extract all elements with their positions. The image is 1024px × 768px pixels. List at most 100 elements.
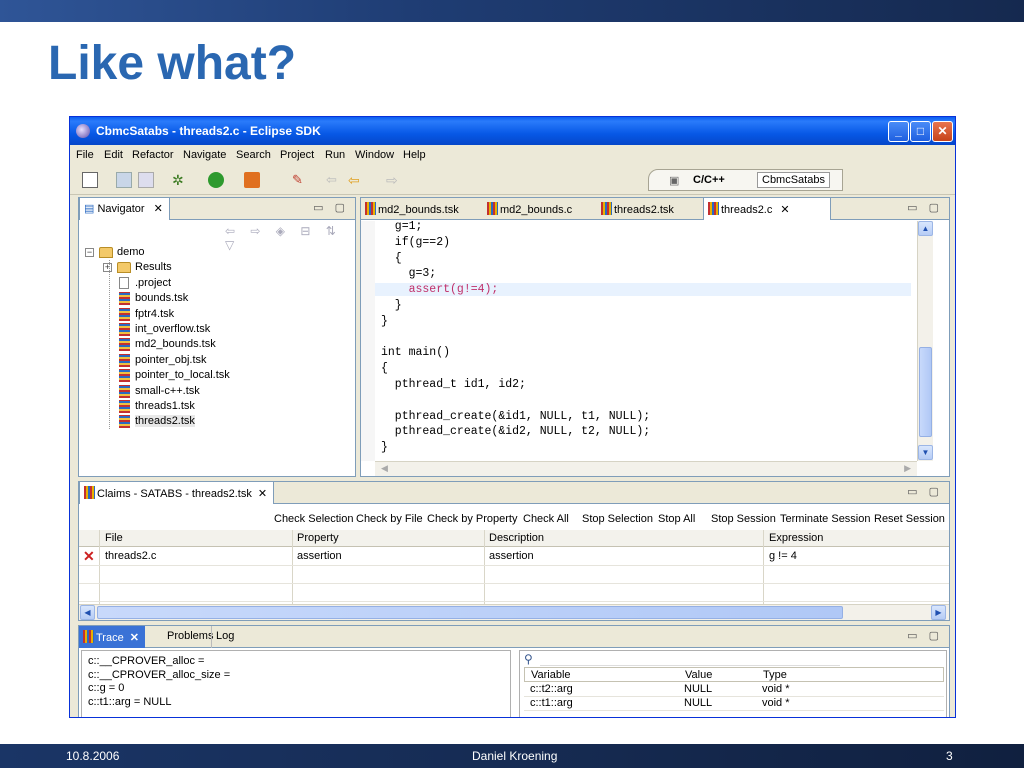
scroll-down-icon[interactable]: ▼: [918, 445, 933, 460]
menu-refactor[interactable]: Refactor: [132, 149, 174, 161]
claims-hscrollbar[interactable]: ◀ ▶: [79, 604, 949, 620]
tab-navigator[interactable]: ▤ Navigator ✕: [79, 198, 170, 220]
menu-navigate[interactable]: Navigate: [183, 149, 226, 161]
code-line: int main(): [381, 346, 451, 360]
stop-selection-button[interactable]: Stop Selection: [582, 513, 653, 525]
column-file[interactable]: File: [105, 532, 123, 544]
tab-trace[interactable]: Trace ✕: [79, 626, 145, 648]
column-value[interactable]: Value: [685, 669, 712, 681]
table-row: [79, 584, 949, 602]
trace-line[interactable]: c::__CPROVER_alloc =: [88, 655, 204, 667]
menu-bar: File Edit Refactor Navigate Search Proje…: [70, 145, 955, 165]
perspective-cbmcsatabs[interactable]: CbmcSatabs: [757, 172, 830, 188]
variable-filter-input[interactable]: [540, 652, 840, 666]
debug-icon[interactable]: ✲: [172, 172, 188, 188]
check-by-file-button[interactable]: Check by File: [356, 513, 423, 525]
editor-hscrollbar[interactable]: ◀ ▶: [375, 461, 917, 476]
reset-session-button[interactable]: Reset Session: [874, 513, 945, 525]
maximize-button[interactable]: □: [910, 121, 931, 142]
menu-edit[interactable]: Edit: [104, 149, 123, 161]
scroll-right-icon[interactable]: ▶: [931, 605, 946, 620]
tab-claims[interactable]: Claims - SATABS - threads2.tsk ✕: [79, 482, 275, 504]
back-icon[interactable]: ⇦: [348, 172, 364, 188]
slide-title: Like what?: [48, 37, 297, 90]
table-row[interactable]: c::t1::arg NULL void *: [524, 697, 944, 711]
footer-author: Daniel Kroening: [472, 749, 558, 763]
last-edit-icon[interactable]: ⇦: [326, 172, 342, 188]
claims-hscroll-thumb[interactable]: [97, 606, 843, 619]
editor-gutter: [361, 221, 375, 461]
check-selection-button[interactable]: Check Selection: [274, 513, 354, 525]
menu-help[interactable]: Help: [403, 149, 426, 161]
tab-threads2-c[interactable]: threads2.c ✕: [703, 198, 831, 220]
menu-search[interactable]: Search: [236, 149, 271, 161]
menu-window[interactable]: Window: [355, 149, 394, 161]
collapse-icon[interactable]: −: [85, 248, 94, 257]
check-by-property-button[interactable]: Check by Property: [427, 513, 517, 525]
editor-vscroll-thumb[interactable]: [919, 347, 932, 437]
menu-file[interactable]: File: [76, 149, 94, 161]
window-titlebar[interactable]: CbmcSatabs - threads2.c - Eclipse SDK _ …: [70, 117, 955, 145]
check-all-button[interactable]: Check All: [523, 513, 569, 525]
print-icon[interactable]: [138, 172, 154, 188]
tree-item-label: md2_bounds.tsk: [135, 338, 216, 351]
column-description[interactable]: Description: [489, 532, 544, 544]
table-row[interactable]: ✕ threads2.c assertion assertion g != 4: [79, 548, 949, 566]
tab-threads2-tsk[interactable]: threads2.tsk: [597, 198, 680, 220]
new-icon[interactable]: [82, 172, 98, 188]
navigator-close-icon[interactable]: ✕: [154, 203, 163, 215]
minimize-button[interactable]: _: [888, 121, 909, 142]
navigator-toolbar-icons[interactable]: ⇦ ⇨ ◈ ⊟ ⇅ ▽: [225, 224, 355, 252]
tsk-file-icon: [119, 307, 130, 321]
column-variable[interactable]: Variable: [531, 669, 571, 681]
trace-minmax[interactable]: ▭ ▢: [907, 629, 943, 642]
menu-project[interactable]: Project: [280, 149, 314, 161]
save-icon[interactable]: [116, 172, 132, 188]
external-tools-icon[interactable]: [244, 172, 260, 188]
folder-icon: [99, 247, 113, 258]
search-icon[interactable]: ⚲: [524, 652, 533, 666]
menu-run[interactable]: Run: [325, 149, 345, 161]
claims-panel: Claims - SATABS - threads2.tsk ✕ ▭ ▢ Chec…: [78, 481, 950, 621]
column-type[interactable]: Type: [763, 669, 787, 681]
var-value: NULL: [684, 683, 713, 695]
tab-log[interactable]: Log: [211, 626, 240, 648]
trace-list[interactable]: c::__CPROVER_alloc =c::__CPROVER_alloc_s…: [81, 650, 511, 717]
stop-all-button[interactable]: Stop All: [658, 513, 695, 525]
table-row[interactable]: c::t2::arg NULL void *: [524, 683, 944, 697]
scroll-left-icon[interactable]: ◀: [80, 605, 95, 620]
forward-icon[interactable]: ⇨: [386, 172, 402, 188]
trace-line[interactable]: c::t1::arg = NULL: [88, 696, 171, 708]
claims-minmax[interactable]: ▭ ▢: [907, 485, 943, 498]
claim-expression: g != 4: [769, 550, 797, 562]
scroll-right-icon[interactable]: ▶: [904, 463, 911, 474]
tree-item-label: pointer_to_local.tsk: [135, 369, 230, 382]
column-expression[interactable]: Expression: [769, 532, 823, 544]
column-property[interactable]: Property: [297, 532, 339, 544]
editor-minmax[interactable]: ▭ ▢: [907, 201, 943, 214]
tab-md2-bounds-tsk[interactable]: md2_bounds.tsk: [361, 198, 465, 220]
scroll-left-icon[interactable]: ◀: [381, 463, 388, 474]
open-perspective-icon[interactable]: ▣: [669, 174, 679, 187]
tree-item-label: small-c++.tsk: [135, 384, 200, 397]
claims-close-icon[interactable]: ✕: [258, 488, 267, 500]
trace-line[interactable]: c::g = 0: [88, 682, 124, 694]
navigator-minmax[interactable]: ▭ ▢: [313, 201, 349, 214]
trace-line[interactable]: c::__CPROVER_alloc_size =: [88, 669, 230, 681]
run-icon[interactable]: [208, 172, 224, 188]
tree-item-label: pointer_obj.tsk: [135, 353, 207, 366]
tab-md2-bounds-c[interactable]: md2_bounds.c: [483, 198, 578, 220]
terminate-session-button[interactable]: Terminate Session: [780, 513, 871, 525]
pen-icon[interactable]: ✎: [292, 172, 308, 188]
tsk-file-icon: [119, 338, 130, 352]
perspective-cpp[interactable]: C/C++: [693, 174, 725, 186]
close-button[interactable]: ✕: [932, 121, 953, 142]
editor-tab-close-icon[interactable]: ✕: [780, 204, 789, 216]
claim-failed-icon: ✕: [83, 548, 95, 564]
expand-icon[interactable]: +: [103, 263, 112, 273]
stop-session-button[interactable]: Stop Session: [711, 513, 776, 525]
scroll-up-icon[interactable]: ▲: [918, 221, 933, 236]
tree-item-label: bounds.tsk: [135, 292, 189, 305]
editor-vscrollbar[interactable]: ▲ ▼: [917, 221, 933, 461]
trace-close-icon[interactable]: ✕: [130, 632, 139, 644]
